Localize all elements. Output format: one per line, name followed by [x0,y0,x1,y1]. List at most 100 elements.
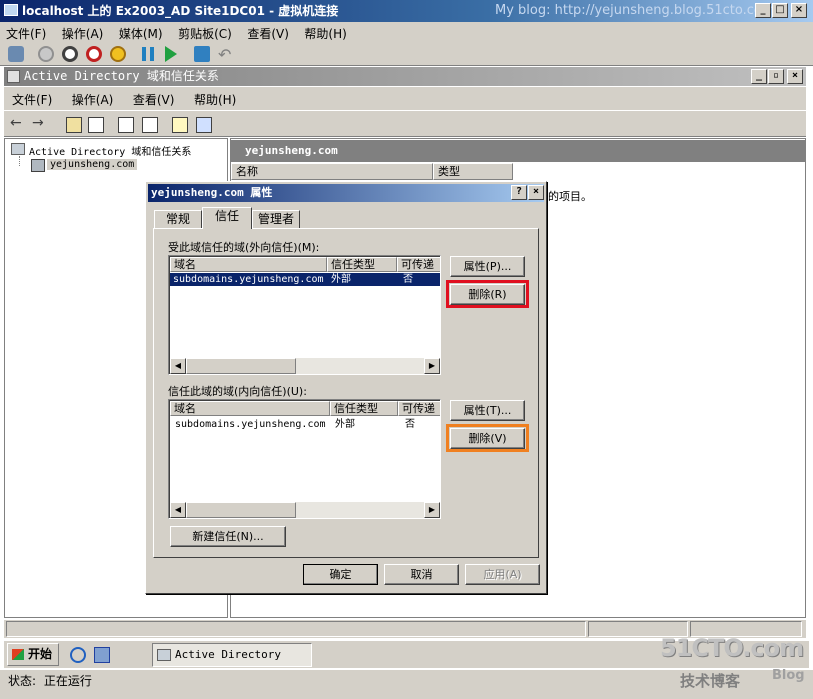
mmc-title: Active Directory 域和信任关系 [24,69,219,83]
ok-button[interactable]: 确定 [303,564,378,585]
mmc-menu-file[interactable]: 文件(F) [4,87,60,108]
turn-off-icon[interactable] [62,46,78,62]
start-icon[interactable] [38,46,54,62]
pause-icon[interactable] [142,47,154,61]
scroll-thumb[interactable] [186,502,296,518]
scroll-right-icon[interactable]: ▶ [424,502,440,518]
mmc-restore-button[interactable]: ▫ [768,69,784,84]
incoming-trusts-list[interactable]: 域名 信任类型 可传递 subdomains.yejunsheng.com 外部… [168,399,441,519]
shutdown-icon[interactable] [86,46,102,62]
reset-icon[interactable] [165,46,177,62]
ad-domains-icon [11,143,25,155]
mmc-toolbar: ← → [4,110,806,137]
cancel-button[interactable]: 取消 [384,564,459,585]
incoming-col-transitive[interactable]: 可传递 [398,401,440,416]
outgoing-properties-button[interactable]: 属性(P)... [450,256,525,277]
vm-maximize-button[interactable]: □ [772,3,788,18]
outgoing-remove-button[interactable]: 删除(R) [450,284,525,305]
outgoing-row-transitive: 否 [403,274,413,285]
windows-logo-icon [12,649,24,660]
incoming-remove-button[interactable]: 删除(V) [450,428,525,449]
export-list-icon[interactable] [142,117,158,133]
vm-window-title: localhost 上的 Ex2003_AD Site1DC01 - 虚拟机连接 [22,4,339,18]
mmc-title-bar[interactable]: Active Directory 域和信任关系 _ ▫ × [4,67,806,86]
snapshot-icon[interactable] [194,46,210,62]
column-header-name[interactable]: 名称 [231,163,433,180]
incoming-trusts-label: 信任此域的域(内向信任)(U): [168,385,307,398]
quick-launch-icon[interactable] [94,647,110,663]
vm-status-value: 正在运行 [43,674,92,688]
status-pane-1 [6,621,586,637]
help-icon[interactable] [172,117,188,133]
apply-button[interactable]: 应用(A) [465,564,540,585]
save-state-icon[interactable] [110,46,126,62]
ad-domains-task-icon [157,649,171,661]
mmc-close-button[interactable]: × [787,69,803,84]
forward-arrow-icon[interactable]: → [32,115,44,131]
outgoing-horizontal-scrollbar[interactable]: ◀ ▶ [170,358,440,374]
vm-title-bar[interactable]: localhost 上的 Ex2003_AD Site1DC01 - 虚拟机连接… [0,0,813,22]
start-button-label: 开始 [28,647,53,661]
tree-domain-node[interactable]: yejunsheng.com [47,159,138,170]
up-folder-icon[interactable] [66,117,82,133]
trusts-tab-panel: 受此域信任的域(外向信任)(M): 域名 信任类型 可传递 subdomains… [153,228,539,558]
incoming-properties-button[interactable]: 属性(T)... [450,400,525,421]
vm-toolbar: ↶ [0,42,813,66]
vm-minimize-button[interactable]: _ [755,3,771,18]
start-button[interactable]: 开始 [7,643,59,666]
show-hide-tree-icon[interactable] [88,117,104,133]
incoming-row-domain[interactable]: subdomains.yejunsheng.com [175,418,326,431]
mmc-menu-view[interactable]: 查看(V) [125,87,183,108]
blog-label: Blog [772,668,805,683]
outgoing-row-type: 外部 [331,274,351,285]
outgoing-trusts-list[interactable]: 域名 信任类型 可传递 subdomains.yejunsheng.com 外部… [168,255,441,375]
blog-watermark: My blog: http://yejunsheng.blog.51cto.co… [495,3,775,18]
vm-status-label: 状态: [8,674,37,688]
domain-icon [31,159,45,172]
outgoing-col-transitive[interactable]: 可传递 [397,257,440,272]
outgoing-col-domain[interactable]: 域名 [170,257,327,272]
vm-menu-bar: 文件(F) 操作(A) 媒体(M) 剪贴板(C) 查看(V) 帮助(H) [0,22,813,42]
incoming-row-transitive: 否 [405,419,415,430]
vm-close-button[interactable]: × [791,3,807,18]
scroll-left-icon[interactable]: ◀ [170,358,186,374]
internet-explorer-icon[interactable] [70,647,86,663]
scroll-right-icon[interactable]: ▶ [424,358,440,374]
outgoing-row-domain: subdomains.yejunsheng.com [173,274,324,285]
51cto-logo: 51CTO.com [660,634,804,662]
mmc-minimize-button[interactable]: _ [751,69,767,84]
tab-general[interactable]: 常规 [154,210,202,228]
incoming-horizontal-scrollbar[interactable]: ◀ ▶ [170,502,440,518]
tree-connector [19,156,20,166]
ctrl-alt-del-icon[interactable] [8,46,24,62]
mmc-app-icon [7,70,20,83]
vm-window-icon [4,4,18,16]
dialog-help-button[interactable]: ? [511,185,527,200]
results-pane-header: yejunsheng.com [231,140,805,162]
dialog-title-bar[interactable]: yejunsheng.com 属性 ? × [148,184,544,202]
console-icon[interactable] [196,117,212,133]
mmc-menu-help[interactable]: 帮助(H) [186,87,244,108]
revert-icon[interactable]: ↶ [218,45,231,64]
tech-blog-label: 技术博客 [680,672,741,690]
incoming-col-type[interactable]: 信任类型 [330,401,398,416]
dialog-close-button[interactable]: × [528,185,544,200]
properties-icon[interactable] [118,117,134,133]
empty-list-text: 的项目。 [548,190,592,203]
tab-managed-by[interactable]: 管理者 [252,210,300,228]
mmc-menu-action[interactable]: 操作(A) [64,87,122,108]
incoming-row-type: 外部 [335,419,355,430]
taskbar-item-ad-domains[interactable]: Active Directory 域... [152,643,312,683]
back-arrow-icon[interactable]: ← [10,115,22,131]
dialog-title: yejunsheng.com 属性 [151,186,273,199]
outgoing-trusts-label: 受此域信任的域(外向信任)(M): [168,241,320,254]
outgoing-col-type[interactable]: 信任类型 [327,257,397,272]
tab-trusts[interactable]: 信任 [202,207,252,229]
tree-root-node[interactable]: Active Directory 域和信任关系 [29,143,191,158]
scroll-left-icon[interactable]: ◀ [170,502,186,518]
mmc-menu-bar: 文件(F) 操作(A) 查看(V) 帮助(H) [4,87,806,110]
scroll-thumb[interactable] [186,358,296,374]
incoming-col-domain[interactable]: 域名 [170,401,330,416]
column-header-type[interactable]: 类型 [433,163,513,180]
new-trust-button[interactable]: 新建信任(N)... [170,526,286,547]
